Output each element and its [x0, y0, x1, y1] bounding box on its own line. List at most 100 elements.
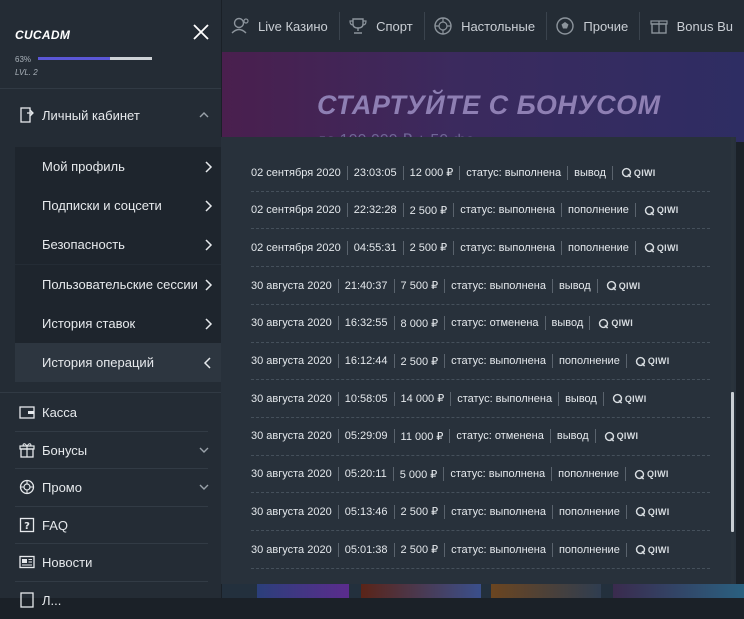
sidebar-item-bonuses[interactable]: Бонусы: [0, 431, 221, 469]
payment-method: QIWI: [636, 242, 679, 253]
gift-icon: [18, 441, 36, 459]
level-label: LVL. 2: [15, 68, 38, 77]
soccer-ball-icon: [555, 16, 575, 36]
operation-status: статус: выполнена: [445, 355, 552, 367]
operation-amount: 2 500 ₽: [395, 505, 445, 518]
operation-date: 30 августа 2020: [251, 468, 338, 480]
operation-date: 30 августа 2020: [251, 393, 338, 405]
roulette-icon: [433, 16, 453, 36]
nav-other[interactable]: Прочие: [546, 16, 639, 36]
table-row: 30 августа 202016:12:442 500 ₽статус: вы…: [251, 343, 710, 380]
payment-method: QIWI: [626, 469, 669, 480]
operation-status: статус: выполнена: [444, 468, 551, 480]
operation-amount: 2 500 ₽: [404, 204, 454, 217]
question-icon: ?: [18, 516, 36, 534]
close-button[interactable]: [190, 21, 212, 43]
promo-icon: [18, 478, 36, 496]
payment-method-label: QIWI: [648, 356, 670, 366]
sidebar-item-faq[interactable]: ? FAQ: [0, 506, 221, 544]
payment-method-label: QIWI: [634, 168, 656, 178]
sidebar-item-sessions[interactable]: Пользовательские сессии: [15, 265, 221, 304]
payment-method-label: QIWI: [657, 205, 679, 215]
operation-type: вывод: [568, 167, 612, 179]
sidebar-item-news[interactable]: Новости: [0, 543, 221, 581]
operation-date: 30 августа 2020: [251, 544, 338, 556]
banner-title: СТАРТУЙТЕ С БОНУСОМ: [317, 90, 661, 121]
payment-method-label: QIWI: [657, 243, 679, 253]
game-thumbnail[interactable]: [491, 584, 601, 598]
sidebar-item-label: История операций: [42, 355, 154, 370]
operation-status: статус: выполнена: [460, 167, 567, 179]
nav-sport[interactable]: Спорт: [339, 16, 424, 36]
sidebar-item-label: Пользовательские сессии: [42, 277, 198, 292]
payment-method: QIWI: [590, 318, 633, 329]
operation-time: 04:55:31: [348, 242, 403, 254]
qiwi-logo-icon: [635, 506, 646, 517]
chevron-right-icon: [201, 238, 215, 252]
nav-label: Настольные: [461, 19, 535, 34]
wallet-icon: [18, 403, 36, 421]
payment-method-label: QIWI: [648, 545, 670, 555]
svg-text:?: ?: [24, 521, 30, 532]
nav-label: Live Казино: [258, 19, 328, 34]
operation-amount: 7 500 ₽: [395, 279, 445, 292]
operation-status: статус: отменена: [445, 317, 544, 329]
operation-status: статус: выполнена: [445, 506, 552, 518]
table-row: 02 сентября 202022:32:282 500 ₽статус: в…: [251, 192, 710, 229]
table-row: 30 августа 202016:32:558 000 ₽статус: от…: [251, 305, 710, 342]
operation-amount: 12 000 ₽: [404, 166, 460, 179]
sidebar-item-account[interactable]: Личный кабинет: [0, 96, 221, 134]
nav-table-games[interactable]: Настольные: [424, 16, 546, 36]
operation-date: 30 августа 2020: [251, 280, 338, 292]
qiwi-logo-icon: [621, 167, 632, 178]
payment-method-label: QIWI: [648, 507, 670, 517]
document-icon: [18, 591, 36, 609]
chevron-right-icon: [201, 278, 215, 292]
chevron-right-icon: [201, 199, 215, 213]
payment-method-label: QIWI: [611, 318, 633, 328]
operation-status: статус: выполнена: [445, 280, 552, 292]
operation-date: 02 сентября 2020: [251, 242, 347, 254]
sidebar-item-label: Безопасность: [42, 237, 125, 252]
top-navigation: Live Казино Спорт Настольные Прочие Bonu…: [221, 0, 744, 53]
game-thumbnail[interactable]: [257, 584, 349, 598]
nav-label: Спорт: [376, 19, 413, 34]
table-row: 02 сентября 202004:55:312 500 ₽статус: в…: [251, 229, 710, 266]
scrollbar-thumb[interactable]: [731, 392, 734, 532]
operation-amount: 11 000 ₽: [395, 430, 450, 443]
operation-status: статус: выполнена: [451, 393, 558, 405]
sidebar-item-promo[interactable]: Промо: [0, 468, 221, 506]
operations-history-panel: 02 сентября 202023:03:0512 000 ₽статус: …: [221, 137, 736, 584]
payment-method-label: QIWI: [619, 281, 641, 291]
sidebar-item-label: Подписки и соцсети: [42, 198, 162, 213]
operation-amount: 14 000 ₽: [395, 392, 451, 405]
operation-type: пополнение: [553, 506, 626, 518]
promo-banner[interactable]: СТАРТУЙТЕ С БОНУСОМ до 100 000 ₽ + 50 фс: [221, 52, 744, 142]
operation-time: 21:40:37: [339, 280, 394, 292]
table-row: 30 августа 202005:01:382 500 ₽статус: вы…: [251, 531, 710, 568]
nav-bonus-buy[interactable]: Bonus Bu: [640, 16, 744, 36]
sidebar-item-bet-history[interactable]: История ставок: [15, 304, 221, 343]
operation-date: 30 августа 2020: [251, 430, 338, 442]
nav-live-casino[interactable]: Live Казино: [221, 16, 339, 36]
sidebar-item-cashier[interactable]: Касса: [0, 393, 221, 431]
sidebar-item-label: FAQ: [42, 518, 68, 533]
sidebar-item-label: Личный кабинет: [42, 108, 140, 123]
operation-type: вывод: [553, 280, 597, 292]
sidebar-item-security[interactable]: Безопасность: [15, 225, 221, 264]
game-thumbnail[interactable]: [361, 584, 481, 598]
operation-amount: 2 500 ₽: [395, 355, 445, 368]
qiwi-logo-icon: [604, 431, 615, 442]
operation-date: 30 августа 2020: [251, 317, 338, 329]
sidebar-item-partial[interactable]: Л...: [0, 581, 221, 619]
sidebar-item-profile[interactable]: Мой профиль: [15, 147, 221, 186]
table-row: 30 августа 202010:58:0514 000 ₽статус: в…: [251, 380, 710, 417]
level-progress-bar: [38, 57, 152, 60]
sidebar-item-operations-history[interactable]: История операций: [15, 343, 221, 382]
sidebar-item-subscriptions[interactable]: Подписки и соцсети: [15, 186, 221, 225]
games-strip: [221, 584, 744, 598]
close-icon: [193, 24, 209, 40]
progress-percent: 63%: [15, 55, 31, 64]
game-thumbnail[interactable]: [613, 584, 744, 598]
payment-method: QIWI: [627, 544, 670, 555]
